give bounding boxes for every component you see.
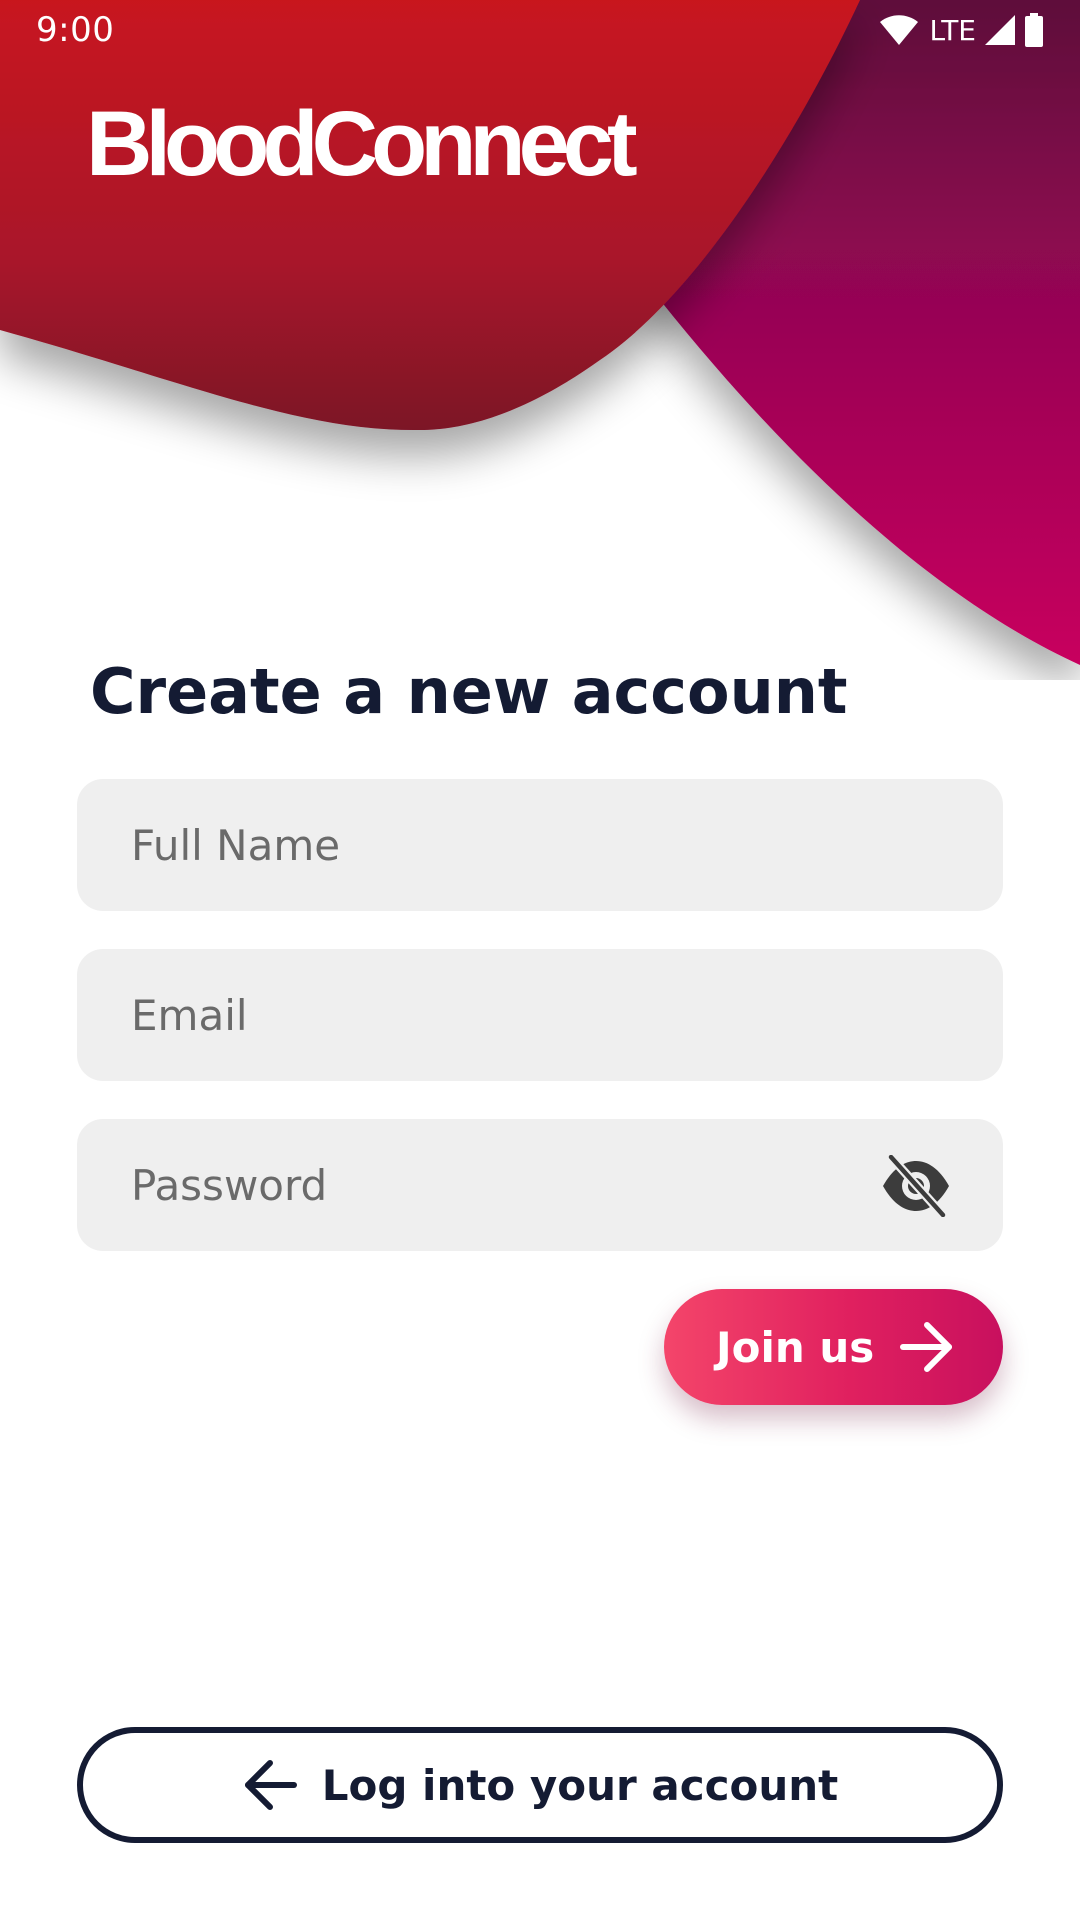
email-input[interactable] (129, 989, 893, 1041)
arrow-right-icon (900, 1322, 952, 1372)
wifi-icon (880, 15, 919, 45)
page-title: Create a new account (90, 655, 848, 728)
password-input[interactable] (129, 1159, 893, 1211)
status-bar: 9:00 LTE (0, 0, 1080, 60)
status-time: 9:00 (36, 10, 115, 50)
signup-screen: 9:00 LTE BloodConnect Create a new accou… (0, 0, 1080, 1920)
login-label: Log into your account (321, 1760, 839, 1810)
password-field[interactable] (77, 1119, 1003, 1251)
full-name-input[interactable] (129, 819, 893, 871)
login-button[interactable]: Log into your account (77, 1727, 1003, 1843)
full-name-field[interactable] (77, 779, 1003, 911)
join-us-button[interactable]: Join us (664, 1289, 1003, 1405)
eye-off-icon[interactable] (879, 1155, 953, 1217)
cell-signal-icon (985, 15, 1015, 45)
status-icons: LTE (879, 12, 1044, 48)
arrow-left-icon (244, 1760, 297, 1810)
email-field[interactable] (77, 949, 1003, 1081)
battery-icon (1025, 13, 1043, 47)
brand-logo: BloodConnect (86, 93, 638, 195)
network-type-label: LTE (929, 13, 976, 47)
join-us-label: Join us (716, 1322, 875, 1372)
